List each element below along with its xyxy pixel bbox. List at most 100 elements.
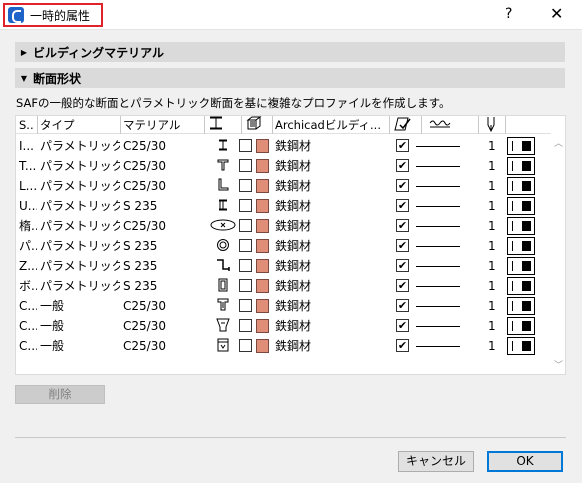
- fill-pattern-icon[interactable]: [246, 116, 272, 134]
- row-pen[interactable]: 1: [488, 216, 500, 236]
- column-header-archicad-material[interactable]: Archicadビルディ...: [275, 116, 387, 134]
- surface-edit-icon[interactable]: [394, 116, 418, 134]
- row-building-material[interactable]: 鉄鋼材: [275, 196, 385, 216]
- surface-override-checkbox[interactable]: ✔: [396, 259, 409, 272]
- row-pen[interactable]: 1: [488, 176, 500, 196]
- row-pen[interactable]: 1: [488, 156, 500, 176]
- row-select-checkbox[interactable]: [239, 319, 252, 332]
- line-type-sample[interactable]: [416, 306, 460, 307]
- row-select-checkbox[interactable]: [239, 139, 252, 152]
- material-color-swatch[interactable]: [256, 339, 269, 353]
- surface-override-checkbox[interactable]: ✔: [396, 159, 409, 172]
- line-type-sample[interactable]: [416, 266, 460, 267]
- box-section-icon[interactable]: [216, 278, 230, 296]
- pen-weight-button[interactable]: [507, 177, 535, 195]
- material-color-swatch[interactable]: [256, 319, 269, 333]
- table-row[interactable]: パ... パラメトリック S 235 鉄鋼材 ✔ 1: [16, 236, 551, 256]
- custom-box-section-icon[interactable]: [216, 338, 230, 356]
- row-building-material[interactable]: 鉄鋼材: [275, 336, 385, 356]
- z-section-icon[interactable]: [216, 258, 230, 276]
- material-color-swatch[interactable]: [256, 259, 269, 273]
- surface-override-checkbox[interactable]: ✔: [396, 339, 409, 352]
- cancel-button[interactable]: キャンセル: [398, 451, 474, 472]
- pen-weight-button[interactable]: [507, 277, 535, 295]
- row-select-checkbox[interactable]: [239, 259, 252, 272]
- line-type-sample[interactable]: [416, 246, 460, 247]
- row-building-material[interactable]: 鉄鋼材: [275, 176, 385, 196]
- row-pen[interactable]: 1: [488, 136, 500, 156]
- column-header-material[interactable]: マテリアル: [123, 116, 203, 134]
- pen-weight-button[interactable]: [507, 197, 535, 215]
- line-type-sample[interactable]: [416, 286, 460, 287]
- material-color-swatch[interactable]: [256, 279, 269, 293]
- row-building-material[interactable]: 鉄鋼材: [275, 136, 385, 156]
- help-button[interactable]: ?: [505, 6, 512, 22]
- line-type-sample[interactable]: [416, 186, 460, 187]
- row-building-material[interactable]: 鉄鋼材: [275, 316, 385, 336]
- line-type-sample[interactable]: [416, 346, 460, 347]
- row-building-material[interactable]: 鉄鋼材: [275, 156, 385, 176]
- pen-weight-button[interactable]: [507, 157, 535, 175]
- ellipse-section-icon[interactable]: [209, 218, 237, 236]
- row-select-checkbox[interactable]: [239, 219, 252, 232]
- row-select-checkbox[interactable]: [239, 339, 252, 352]
- surface-override-checkbox[interactable]: ✔: [396, 199, 409, 212]
- row-pen[interactable]: 1: [488, 196, 500, 216]
- custom-tapered-section-icon[interactable]: [216, 318, 230, 336]
- pen-weight-button[interactable]: [507, 237, 535, 255]
- vertical-scrollbar[interactable]: ︿ ﹀: [552, 116, 565, 374]
- row-building-material[interactable]: 鉄鋼材: [275, 256, 385, 276]
- pen-weight-button[interactable]: [507, 257, 535, 275]
- section-building-material[interactable]: ▶ ビルディングマテリアル: [15, 42, 565, 62]
- material-color-swatch[interactable]: [256, 179, 269, 193]
- pipe-section-icon[interactable]: [216, 238, 230, 256]
- pen-icon[interactable]: [486, 116, 500, 134]
- row-select-checkbox[interactable]: [239, 179, 252, 192]
- surface-override-checkbox[interactable]: ✔: [396, 239, 409, 252]
- scroll-up-icon[interactable]: ︿: [554, 136, 563, 149]
- pen-weight-button[interactable]: [507, 337, 535, 355]
- column-header-s[interactable]: S..: [19, 116, 37, 134]
- table-row[interactable]: C... 一般 C25/30 鉄鋼材 ✔ 1: [16, 336, 551, 356]
- close-button[interactable]: ✕: [550, 4, 563, 23]
- l-section-icon[interactable]: [216, 178, 230, 196]
- material-color-swatch[interactable]: [256, 159, 269, 173]
- row-pen[interactable]: 1: [488, 256, 500, 276]
- pen-weight-button[interactable]: [507, 137, 535, 155]
- material-color-swatch[interactable]: [256, 199, 269, 213]
- scroll-down-icon[interactable]: ﹀: [554, 358, 563, 371]
- table-row[interactable]: T... パラメトリック C25/30 鉄鋼材 ✔ 1: [16, 156, 551, 176]
- t-section-icon[interactable]: [216, 158, 230, 176]
- section-profile[interactable]: ▼ 断面形状: [15, 68, 565, 88]
- material-color-swatch[interactable]: [256, 239, 269, 253]
- surface-override-checkbox[interactable]: ✔: [396, 279, 409, 292]
- row-pen[interactable]: 1: [488, 336, 500, 356]
- row-select-checkbox[interactable]: [239, 239, 252, 252]
- row-select-checkbox[interactable]: [239, 159, 252, 172]
- row-select-checkbox[interactable]: [239, 299, 252, 312]
- table-row[interactable]: ボ... パラメトリック S 235 鉄鋼材 ✔ 1: [16, 276, 551, 296]
- profile-shape-icon[interactable]: [208, 116, 238, 134]
- surface-override-checkbox[interactable]: ✔: [396, 179, 409, 192]
- material-color-swatch[interactable]: [256, 139, 269, 153]
- surface-override-checkbox[interactable]: ✔: [396, 219, 409, 232]
- line-type-sample[interactable]: [416, 166, 460, 167]
- u-section-icon[interactable]: [216, 198, 230, 216]
- line-type-sample[interactable]: [416, 206, 460, 207]
- row-pen[interactable]: 1: [488, 296, 500, 316]
- line-type-sample[interactable]: [416, 146, 460, 147]
- row-select-checkbox[interactable]: [239, 279, 252, 292]
- table-row[interactable]: 楕... パラメトリック C25/30 鉄鋼材 ✔ 1: [16, 216, 551, 236]
- row-select-checkbox[interactable]: [239, 199, 252, 212]
- table-row[interactable]: C... 一般 C25/30 鉄鋼材 ✔ 1: [16, 316, 551, 336]
- table-row[interactable]: C... 一般 C25/30 鉄鋼材 ✔ 1: [16, 296, 551, 316]
- row-building-material[interactable]: 鉄鋼材: [275, 216, 385, 236]
- row-building-material[interactable]: 鉄鋼材: [275, 236, 385, 256]
- pen-weight-button[interactable]: [507, 217, 535, 235]
- custom-t-section-icon[interactable]: [216, 298, 230, 316]
- surface-override-checkbox[interactable]: ✔: [396, 319, 409, 332]
- material-color-swatch[interactable]: [256, 219, 269, 233]
- row-pen[interactable]: 1: [488, 316, 500, 336]
- surface-override-checkbox[interactable]: ✔: [396, 299, 409, 312]
- row-pen[interactable]: 1: [488, 236, 500, 256]
